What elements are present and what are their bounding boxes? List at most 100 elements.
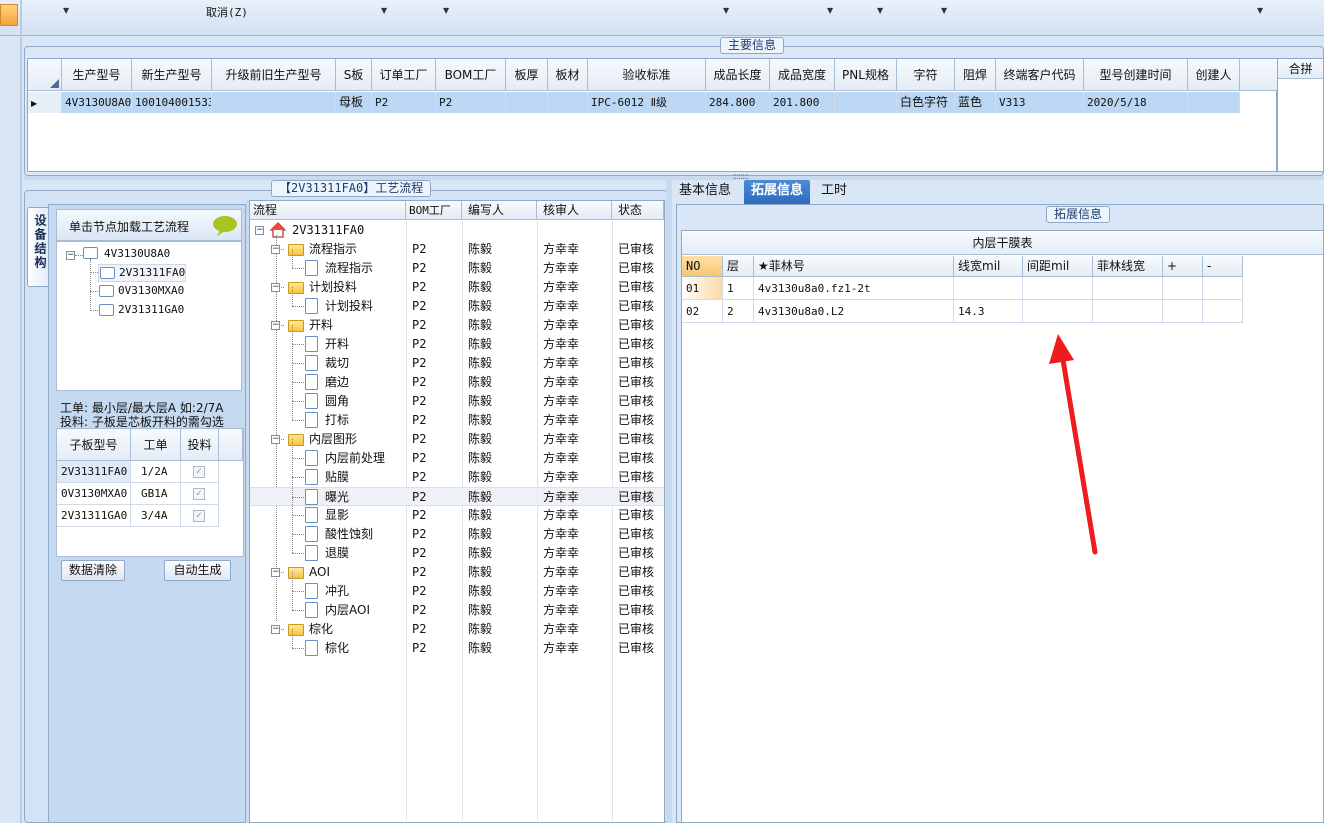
flow-root-label[interactable]: 2V31311FA0: [292, 221, 364, 240]
col-header[interactable]: 型号创建时间: [1084, 59, 1188, 91]
vertical-splitter-right[interactable]: [666, 180, 672, 823]
flow-row[interactable]: − 内层图形 P2 陈毅 方幸幸 已审核: [250, 430, 664, 449]
cell-order-factory[interactable]: P2: [372, 92, 436, 113]
col-header[interactable]: 间距mil: [1023, 256, 1093, 277]
add-column-button[interactable]: +: [1163, 256, 1203, 277]
cell-creator[interactable]: [1188, 92, 1240, 113]
cell-spacing[interactable]: [1023, 300, 1093, 323]
cell-sub-model[interactable]: 2V31311GA0: [57, 505, 131, 527]
cell-line-width[interactable]: 14.3: [954, 300, 1023, 323]
cell-created[interactable]: 2020/5/18: [1084, 92, 1188, 113]
table-row[interactable]: ▶ 4V3130U8A0 10010400153367 母板 P2 P2 IPC…: [28, 92, 1240, 113]
cell-s-board[interactable]: 母板: [336, 92, 372, 113]
chevron-down-icon[interactable]: ▼: [381, 6, 387, 15]
cell-spacing[interactable]: [1023, 277, 1093, 300]
flow-step-label[interactable]: 计划投料: [309, 278, 357, 297]
col-header[interactable]: 生产型号: [62, 59, 132, 91]
cell-sub-order[interactable]: GB1A: [131, 483, 181, 505]
flow-row[interactable]: 内层AOI P2 陈毅 方幸幸 已审核: [250, 591, 664, 620]
cell-sub-order[interactable]: 3/4A: [131, 505, 181, 527]
col-header[interactable]: 成品宽度: [770, 59, 835, 91]
cell-film-width[interactable]: [1093, 277, 1163, 300]
tab-work-hours[interactable]: 工时: [814, 180, 854, 204]
col-header[interactable]: PNL规格: [835, 59, 897, 91]
tree-root-label[interactable]: 4V3130U8A0: [104, 247, 170, 260]
sidebar-tab-highlight[interactable]: [0, 4, 18, 26]
flow-row[interactable]: 圆角 P2 陈毅 方幸幸 已审核: [250, 382, 664, 411]
cell-sub-order[interactable]: 1/2A: [131, 461, 181, 483]
cell-sub-model[interactable]: 0V3130MXA0: [57, 483, 131, 505]
tab-device-structure[interactable]: 设备结构: [27, 207, 49, 287]
flow-step-label[interactable]: 棕化: [309, 620, 333, 639]
flow-row[interactable]: 裁切 P2 陈毅 方幸幸 已审核: [250, 344, 664, 373]
flow-step-label[interactable]: 打标: [325, 411, 349, 430]
col-header[interactable]: BOM工厂: [436, 59, 506, 91]
feed-checkbox[interactable]: ✓: [181, 461, 219, 483]
tree-node-label[interactable]: 0V3130MXA0: [118, 284, 184, 297]
cell-layer[interactable]: 1: [723, 277, 754, 300]
cell-no[interactable]: 01: [682, 277, 723, 300]
col-header[interactable]: 终端客户代码: [996, 59, 1084, 91]
col-header[interactable]: 投料: [181, 429, 219, 461]
tab-extended-info[interactable]: 拓展信息: [744, 180, 811, 204]
flow-row[interactable]: 棕化 P2 陈毅 方幸幸 已审核: [250, 629, 664, 658]
cell-minus[interactable]: [1203, 300, 1243, 323]
tree-node[interactable]: 2V31311FA0: [98, 264, 186, 282]
cell-layer[interactable]: 2: [723, 300, 754, 323]
cell-prod-model[interactable]: 4V3130U8A0: [62, 92, 132, 113]
col-header[interactable]: 线宽mil: [954, 256, 1023, 277]
flow-step-label[interactable]: 退膜: [325, 544, 349, 563]
flow-root-row[interactable]: − 2V31311FA0: [250, 221, 664, 240]
flow-row[interactable]: − 计划投料 P2 陈毅 方幸幸 已审核: [250, 278, 664, 297]
flow-step-label[interactable]: 圆角: [325, 392, 349, 411]
cell-sub-model[interactable]: 2V31311FA0: [57, 461, 131, 483]
col-header[interactable]: 板材: [548, 59, 588, 91]
flow-row[interactable]: 显影 P2 陈毅 方幸幸 已审核: [250, 496, 664, 525]
flow-step-label[interactable]: 计划投料: [325, 297, 373, 316]
cell-pnl[interactable]: [835, 92, 897, 113]
flow-step-label[interactable]: 磨边: [325, 373, 349, 392]
flow-row[interactable]: 内层前处理 P2 陈毅 方幸幸 已审核: [250, 439, 664, 468]
collapse-icon[interactable]: −: [255, 226, 264, 235]
cell-bom-factory[interactable]: P2: [436, 92, 506, 113]
flow-step-label[interactable]: 内层图形: [309, 430, 357, 449]
col-header[interactable]: 工单: [131, 429, 181, 461]
cell-width[interactable]: 201.800: [770, 92, 835, 113]
flow-row[interactable]: − AOI P2 陈毅 方幸幸 已审核: [250, 563, 664, 582]
cell-film-number[interactable]: 4v3130u8a0.fz1-2t: [754, 277, 954, 300]
col-header[interactable]: ★菲林号: [754, 256, 954, 277]
col-header[interactable]: NO: [682, 256, 723, 277]
collapse-icon[interactable]: −: [271, 435, 280, 444]
chevron-down-icon[interactable]: ▼: [1257, 6, 1263, 15]
tree-node-label[interactable]: 2V31311FA0: [119, 266, 185, 279]
collapse-icon[interactable]: −: [271, 321, 280, 330]
flow-step-label[interactable]: 流程指示: [309, 240, 357, 259]
cell-line-width[interactable]: [954, 277, 1023, 300]
flow-row[interactable]: 冲孔 P2 陈毅 方幸幸 已审核: [250, 572, 664, 601]
flow-row[interactable]: 酸性蚀刻 P2 陈毅 方幸幸 已审核: [250, 515, 664, 544]
cell-minus[interactable]: [1203, 277, 1243, 300]
col-header[interactable]: 子板型号: [57, 429, 131, 461]
remove-column-button[interactable]: -: [1203, 256, 1243, 277]
flow-step-label[interactable]: 酸性蚀刻: [325, 525, 373, 544]
cell-length[interactable]: 284.800: [706, 92, 770, 113]
col-header[interactable]: 菲林线宽: [1093, 256, 1163, 277]
flow-row[interactable]: 磨边 P2 陈毅 方幸幸 已审核: [250, 363, 664, 392]
tree-node[interactable]: 0V3130MXA0: [98, 283, 186, 301]
cell-material[interactable]: [548, 92, 588, 113]
cell-plus[interactable]: [1163, 277, 1203, 300]
col-header[interactable]: 板厚: [506, 59, 548, 91]
flow-step-label[interactable]: 冲孔: [325, 582, 349, 601]
cell-thickness[interactable]: [506, 92, 548, 113]
flow-row[interactable]: 计划投料 P2 陈毅 方幸幸 已审核: [250, 287, 664, 316]
chevron-down-icon[interactable]: ▼: [443, 6, 449, 15]
col-header[interactable]: 阻焊: [955, 59, 996, 91]
auto-generate-button[interactable]: 自动生成: [164, 560, 231, 581]
flow-step-label[interactable]: 裁切: [325, 354, 349, 373]
feed-checkbox[interactable]: ✓: [181, 505, 219, 527]
flow-step-label[interactable]: 曝光: [325, 488, 349, 507]
cell-old-model[interactable]: [212, 92, 336, 113]
col-header[interactable]: 层: [723, 256, 754, 277]
cell-mask[interactable]: 蓝色: [955, 92, 996, 113]
col-header[interactable]: 验收标准: [588, 59, 706, 91]
